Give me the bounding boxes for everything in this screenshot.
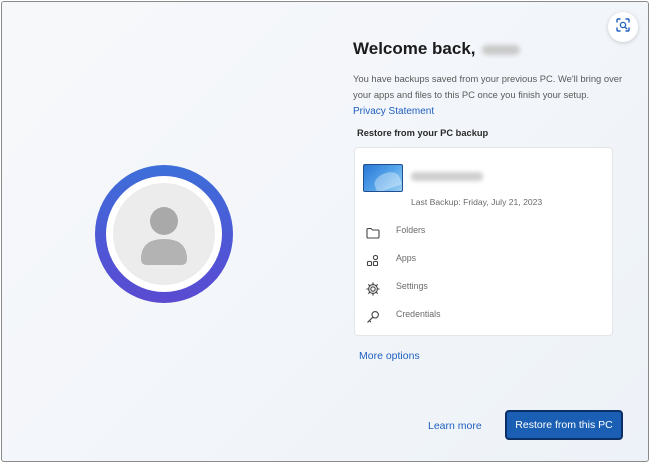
screen-capture-button[interactable] — [608, 12, 638, 42]
page-title: Welcome back, — [353, 39, 520, 59]
avatar — [95, 165, 233, 303]
apps-icon — [365, 253, 381, 269]
more-options-link[interactable]: More options — [359, 350, 420, 362]
privacy-statement-link[interactable]: Privacy Statement — [353, 106, 434, 117]
description-text: You have backups saved from your previou… — [353, 73, 623, 100]
restore-from-this-pc-button[interactable]: Restore from this PC — [505, 410, 623, 440]
redacted-user-name — [481, 44, 520, 55]
backup-item-credentials: Credentials — [365, 309, 441, 325]
last-backup-date: Last Backup: Friday, July 21, 2023 — [411, 197, 543, 207]
scan-icon — [615, 17, 631, 38]
user-silhouette-icon — [141, 207, 187, 265]
oobe-window: Welcome back, You have backups saved fro… — [1, 1, 649, 462]
learn-more-link[interactable]: Learn more — [428, 420, 482, 432]
key-icon — [365, 309, 381, 325]
folder-icon — [365, 225, 381, 241]
settings-gear-icon — [365, 281, 381, 297]
backup-card: Last Backup: Friday, July 21, 2023 Folde… — [354, 147, 613, 336]
backup-item-apps: Apps — [365, 253, 416, 269]
redacted-device-name — [411, 172, 483, 181]
pc-thumbnail-icon — [363, 164, 403, 192]
backup-item-folders: Folders — [365, 225, 425, 241]
restore-section-label: Restore from your PC backup — [357, 128, 489, 138]
backup-item-settings: Settings — [365, 281, 428, 297]
description: You have backups saved from your previou… — [353, 71, 623, 120]
